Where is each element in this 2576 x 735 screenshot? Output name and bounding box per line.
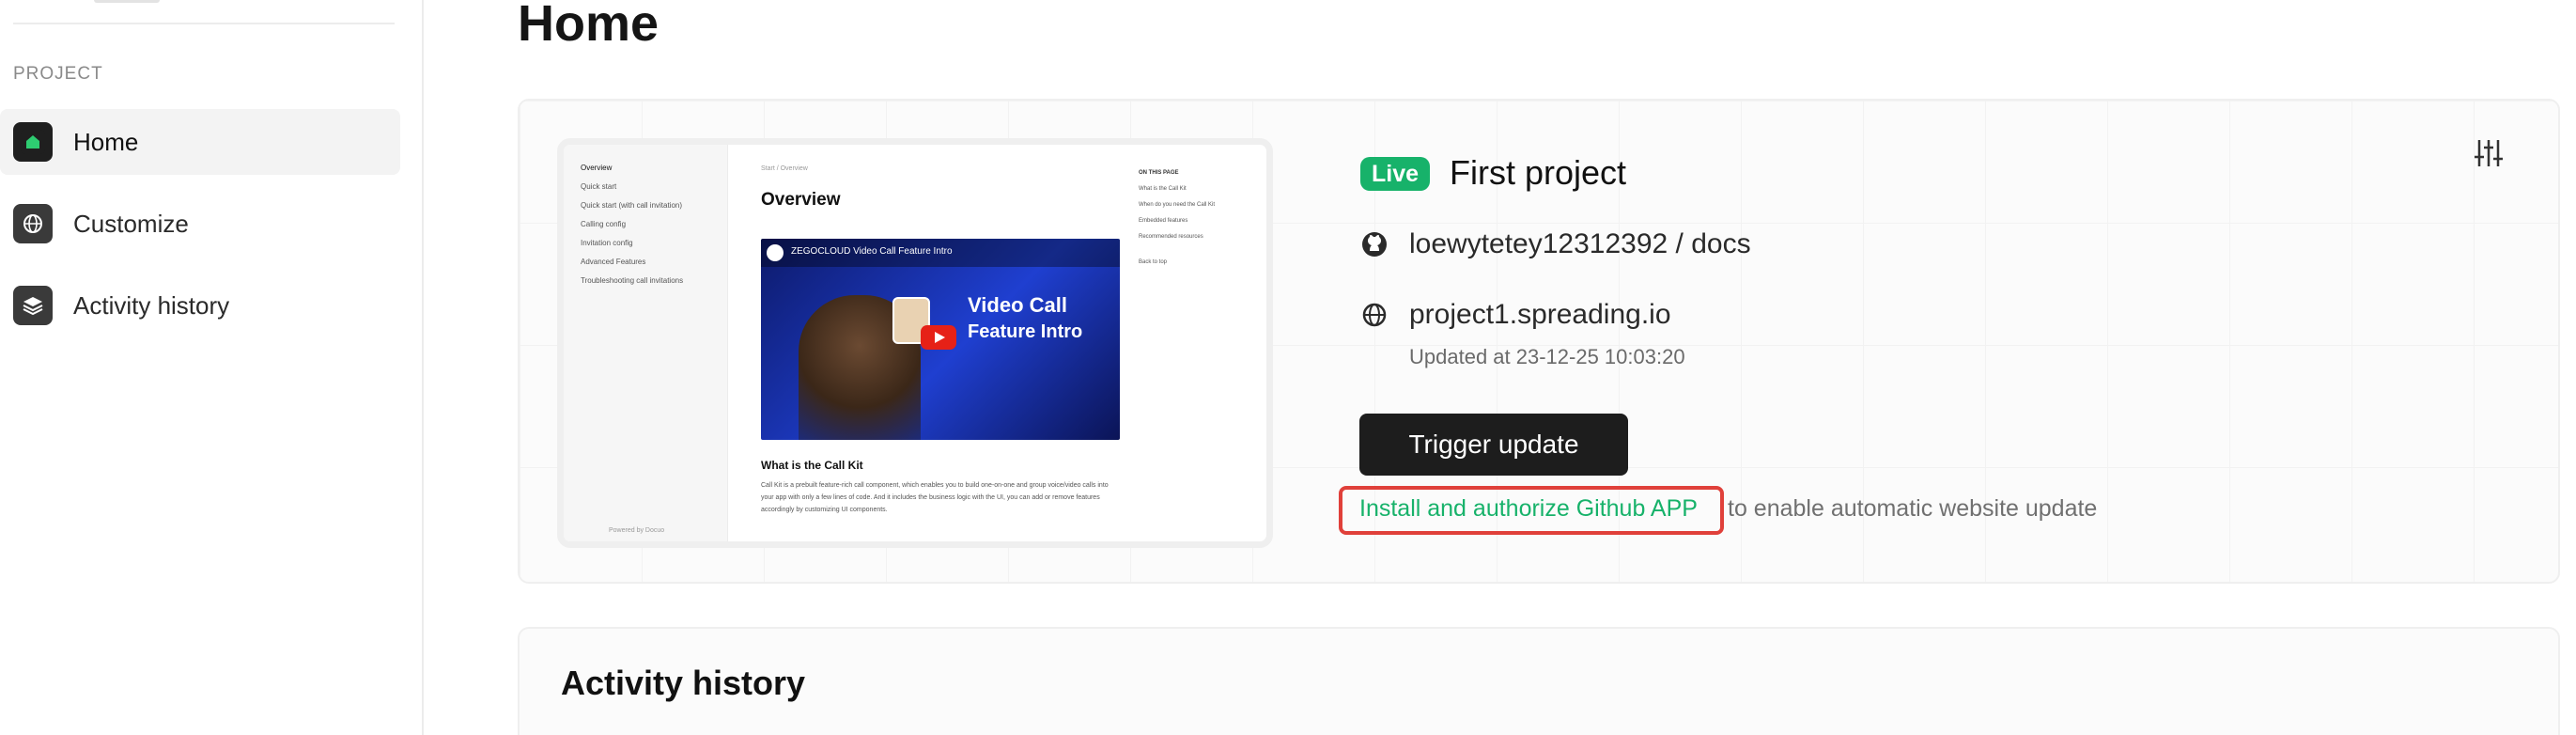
sidebar-item-activity-history[interactable]: Activity history [0, 273, 400, 338]
globe-icon [1360, 301, 1389, 329]
sidebar-item-customize[interactable]: Customize [0, 191, 400, 257]
home-icon [13, 122, 53, 162]
layers-icon [13, 286, 53, 325]
status-badge: Live [1360, 157, 1431, 191]
sidebar: PROJECT Home Customize Activity history [0, 0, 424, 735]
sidebar-item-label: Activity history [73, 290, 230, 320]
trigger-update-button[interactable]: Trigger update [1359, 414, 1628, 476]
project-name: First project [1450, 153, 1627, 192]
app-root: PROJECT Home Customize Activity history … [0, 0, 2576, 735]
globe-icon [13, 204, 53, 243]
sidebar-section-label: PROJECT [13, 64, 103, 84]
domain-link[interactable]: project1.spreading.io [1409, 299, 1671, 331]
sidebar-item-label: Home [73, 127, 139, 156]
install-hint-text: to enable automatic website update [1728, 495, 2098, 522]
repo-link[interactable]: loewytetey12312392 / docs [1409, 228, 1751, 260]
settings-sliders-icon[interactable] [2472, 136, 2506, 170]
sidebar-item-home[interactable]: Home [0, 109, 400, 175]
github-icon [1360, 230, 1389, 258]
sidebar-divider [13, 23, 395, 24]
sidebar-top-stub [94, 0, 160, 3]
install-github-app-link[interactable]: Install and authorize Github APP [1359, 495, 1698, 523]
activity-history-card [518, 627, 2560, 735]
page-title: Home [518, 0, 660, 52]
activity-history-title: Activity history [561, 664, 806, 702]
domain-row: project1.spreading.io [1360, 299, 1671, 331]
updated-timestamp: Updated at 23-12-25 10:03:20 [1409, 345, 1685, 368]
sidebar-item-label: Customize [73, 209, 189, 238]
repo-row: loewytetey12312392 / docs [1360, 228, 1751, 260]
